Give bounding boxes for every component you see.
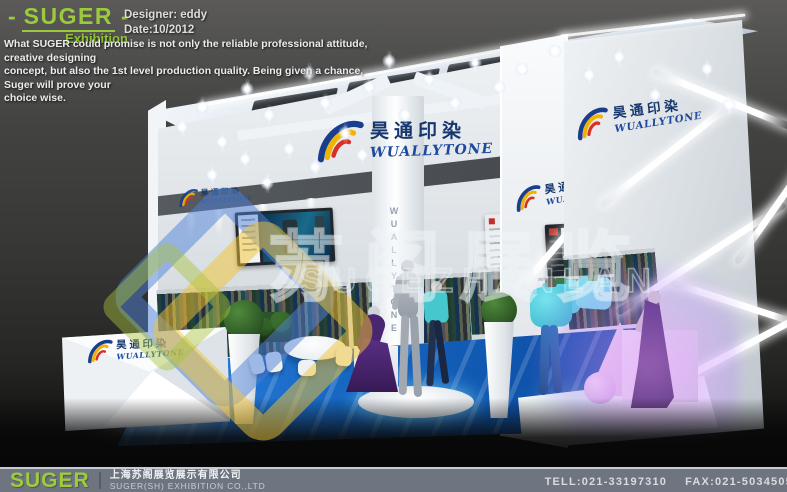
chair	[298, 360, 316, 376]
logo-text: SUGER	[22, 5, 115, 32]
company-info: 上海苏阁展览展示有限公司 SUGER(SH) EXHIBITION CO.,LT…	[110, 470, 266, 491]
decor-sphere	[584, 372, 616, 404]
wuallytone-swirl-icon	[176, 187, 200, 211]
footer-logo: SUGER	[10, 470, 90, 491]
intro-line: concept, but also the 1st level producti…	[4, 65, 394, 92]
footer-bar: SUGER 上海苏阁展览展示有限公司 SUGER(SH) EXHIBITION …	[0, 467, 787, 492]
suger-logo: - SUGER -	[8, 5, 128, 32]
brand-name-cn: 昊通印染	[370, 116, 493, 143]
screen-figure	[282, 219, 299, 254]
company-name-cn: 上海苏阁展览展示有限公司	[110, 470, 266, 481]
screen-content	[261, 211, 332, 263]
design-board: 昊通印染 昊通印染 WUALLYTONE	[0, 0, 787, 492]
telephone-number: TELL:021-33197310	[545, 476, 668, 488]
shirt-collar	[588, 275, 598, 281]
intro-paragraph: What SUGER could promise is not only the…	[4, 38, 394, 106]
company-name-en: SUGER(SH) EXHIBITION CO.,LTD	[110, 481, 266, 491]
poster-red-mark	[489, 218, 495, 224]
wuallytone-swirl-icon	[570, 103, 613, 146]
screen-figure	[315, 216, 326, 237]
wuallytone-logo-main: 昊通印染 WUALLYTONE	[312, 116, 493, 170]
fax-number: FAX:021-5034505	[685, 476, 787, 488]
mannequin-teal	[423, 290, 449, 324]
display-screen	[235, 207, 336, 266]
desk-floor-glow	[84, 414, 244, 440]
intro-line: What SUGER could promise is not only the…	[4, 38, 394, 65]
design-meta: Designer: eddy Date:10/2012	[124, 8, 207, 38]
downlight-glow	[186, 214, 196, 240]
contact-info: TELL:021-33197310 FAX:021-5034505	[545, 476, 787, 488]
mannequin-cyan-top	[529, 286, 572, 327]
wuallytone-swirl-icon	[510, 182, 545, 217]
poster-red-mark	[549, 228, 558, 235]
column-vertical-brand-text: WUALLYTONE	[389, 206, 399, 336]
wuallytone-logo-desk: 昊通印染 WUALLYTONE	[84, 335, 185, 368]
downlight-glow	[214, 210, 224, 236]
chair	[335, 345, 353, 367]
logo-dash: -	[8, 5, 16, 28]
wuallytone-swirl-icon	[84, 337, 115, 368]
date-label: Date:10/2012	[124, 23, 207, 38]
chair	[265, 351, 284, 373]
shirt-collar	[556, 278, 566, 284]
screen-text-lines	[241, 219, 257, 252]
brand-name-en: WUALLYTONE	[370, 141, 494, 161]
designer-label: Designer: eddy	[124, 8, 207, 23]
screen-sidebar	[238, 214, 260, 263]
wuallytone-logo-backwall: 昊通印染 WUALLYTONE	[176, 184, 253, 211]
footer-divider	[99, 472, 101, 489]
intro-line: choice wise.	[4, 92, 394, 106]
wuallytone-swirl-icon	[312, 116, 366, 170]
